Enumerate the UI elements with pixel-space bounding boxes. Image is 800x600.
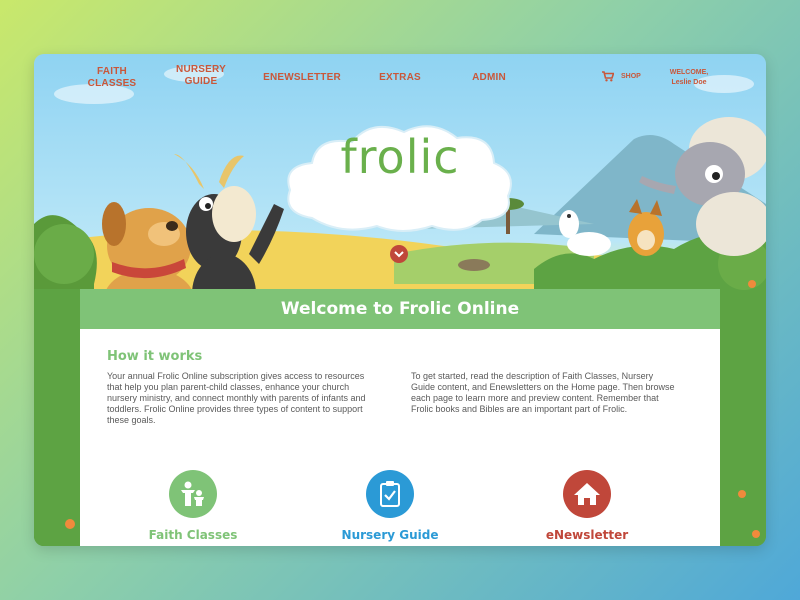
frolic-logo[interactable]: frolic — [282, 130, 518, 184]
welcome-panel: Welcome to Frolic Online How it works Yo… — [80, 289, 720, 546]
feature-enewsletter[interactable]: eNewsletter — [522, 470, 652, 542]
clipboard-check-icon — [366, 470, 414, 518]
nav-extras[interactable]: EXTRAS — [378, 72, 422, 84]
intro-text-right: To get started, read the description of … — [411, 371, 675, 414]
nav-admin[interactable]: ADMIN — [468, 72, 510, 84]
feature-faith-classes[interactable]: Faith Classes — [128, 470, 258, 542]
scroll-down-button[interactable] — [390, 245, 408, 263]
app-window: FAITH CLASSES NURSERY GUIDE ENEWSLETTER … — [34, 54, 766, 546]
cart-icon — [602, 71, 614, 82]
intro-text-left: Your annual Frolic Online subscription g… — [107, 371, 366, 425]
nav-faith-classes[interactable]: FAITH CLASSES — [86, 66, 138, 90]
how-it-works-heading: How it works — [107, 349, 203, 364]
parent-child-icon — [169, 470, 217, 518]
user-welcome[interactable]: WELCOME, Leslie Doe — [664, 68, 714, 88]
nav-enewsletter[interactable]: ENEWSLETTER — [260, 72, 344, 84]
feature-label: Nursery Guide — [341, 528, 439, 542]
top-navigation: FAITH CLASSES NURSERY GUIDE ENEWSLETTER … — [34, 54, 766, 102]
panel-title: Welcome to Frolic Online — [80, 289, 720, 329]
user-name: Leslie Doe — [671, 79, 707, 86]
feature-label: eNewsletter — [545, 528, 629, 542]
welcome-label: WELCOME, — [669, 69, 709, 76]
feature-label: Faith Classes — [148, 528, 238, 542]
rock — [458, 259, 490, 271]
shop-label: SHOP — [621, 73, 641, 80]
shop-link[interactable]: SHOP — [602, 71, 641, 82]
chevron-down-icon — [394, 251, 404, 258]
nav-nursery-guide[interactable]: NURSERY GUIDE — [172, 64, 230, 88]
home-icon — [563, 470, 611, 518]
feature-nursery-guide[interactable]: Nursery Guide — [325, 470, 455, 542]
